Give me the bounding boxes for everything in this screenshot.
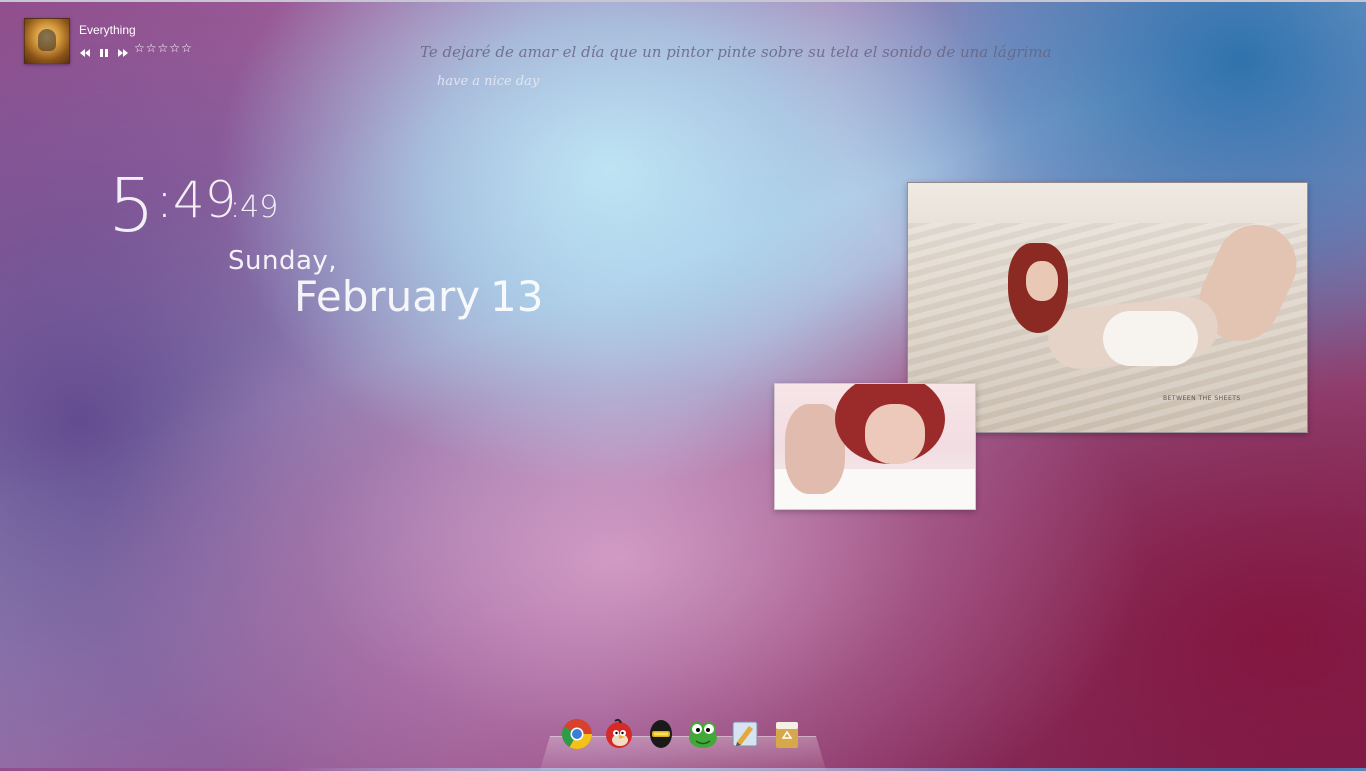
rating-stars: ☆☆☆☆☆ [134, 41, 193, 55]
photo-figure-face [1026, 261, 1058, 301]
photo-watermark: BETWEEN THE SHEETS [1163, 395, 1241, 402]
clock-month: February [294, 272, 481, 321]
rating-star[interactable]: ☆ [169, 41, 181, 55]
photo-figure-dress [1103, 311, 1198, 366]
paint-icon[interactable] [729, 718, 761, 750]
chrome-icon[interactable] [561, 718, 593, 750]
track-title: Everything [79, 23, 136, 37]
recycle-bin-icon[interactable] [771, 718, 803, 750]
rating-star[interactable]: ☆ [134, 41, 146, 55]
clock-hour: 5 [108, 163, 156, 249]
music-widget: Everything ☆☆☆☆☆ [24, 18, 224, 64]
rating-star[interactable]: ☆ [158, 41, 170, 55]
frog-icon[interactable] [687, 718, 719, 750]
angry-bird-icon[interactable] [603, 718, 635, 750]
clock-seconds: :49 [230, 190, 279, 225]
playback-controls [79, 43, 129, 57]
screen-top-border [0, 0, 1366, 2]
album-art[interactable] [24, 18, 70, 64]
clock-minutes: :49 [156, 171, 237, 229]
pause-icon[interactable] [98, 44, 110, 57]
rating-star[interactable]: ☆ [181, 41, 193, 55]
photo-figure-face [865, 404, 925, 464]
previous-icon[interactable] [79, 44, 91, 57]
clock-day: 13 [490, 272, 544, 321]
daft-punk-icon[interactable] [645, 718, 677, 750]
dock [561, 718, 811, 758]
quote-subtitle: have a nice day [437, 74, 540, 89]
photo-frame-small[interactable] [774, 383, 976, 510]
quote-text: Te dejaré de amar el día que un pintor p… [420, 43, 1052, 61]
rating-star[interactable]: ☆ [146, 41, 158, 55]
next-icon[interactable] [117, 44, 129, 57]
